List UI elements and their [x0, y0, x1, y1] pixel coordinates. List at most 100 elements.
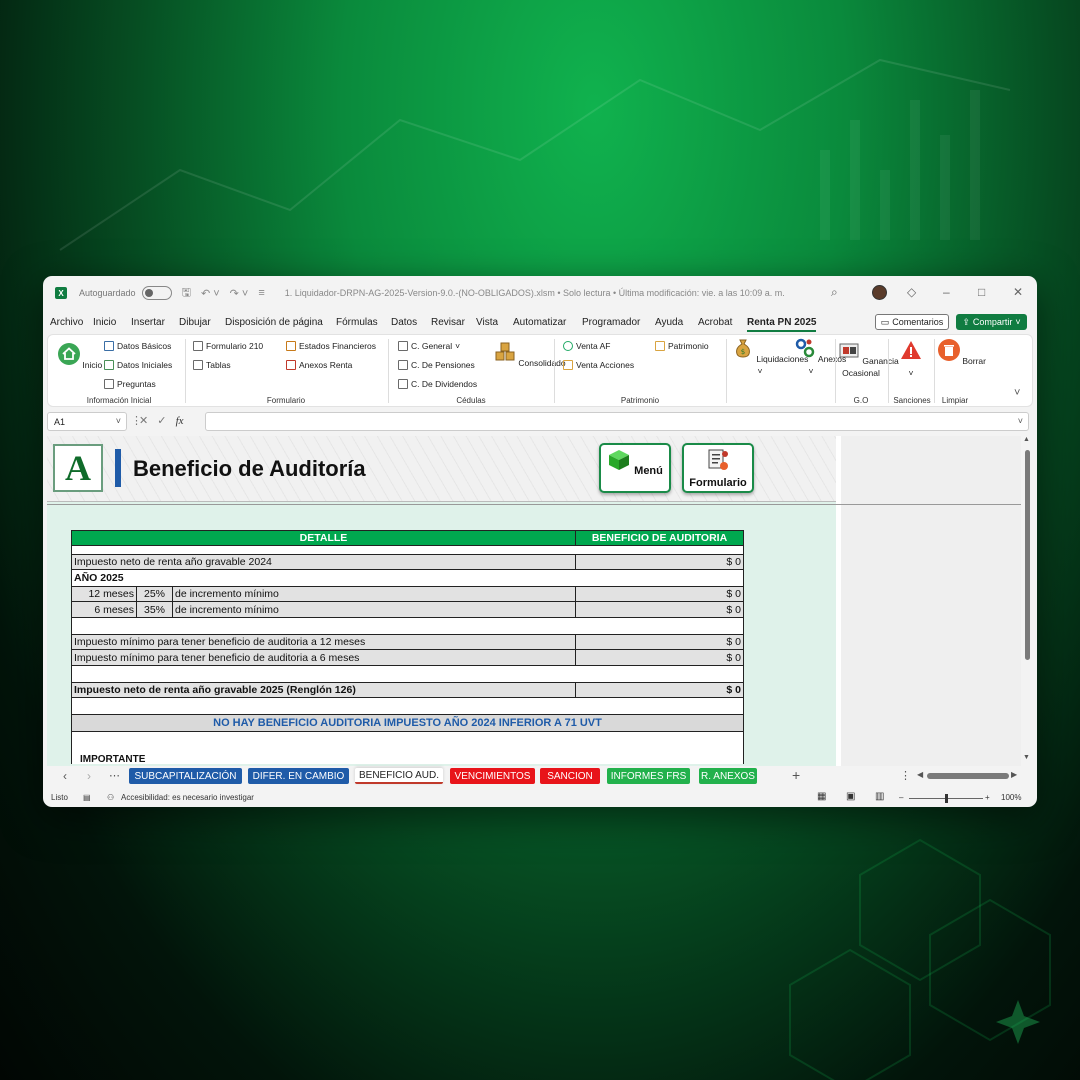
row-description: de incremento mínimo [172, 587, 575, 601]
scroll-left-icon[interactable]: ◀ [917, 770, 923, 779]
chevron-down-icon[interactable]: ˅ [1018, 416, 1023, 426]
table-row[interactable]: Impuesto mínimo para tener beneficio de … [71, 634, 744, 650]
save-icon[interactable]: 🖫 [182, 284, 191, 303]
sheet-tab[interactable]: SUBCAPITALIZACIÓN [129, 768, 242, 784]
scroll-down-icon[interactable]: ▼ [1023, 754, 1030, 761]
fx-icon[interactable]: fx [176, 415, 184, 427]
page-layout-icon[interactable]: ▣ [846, 791, 855, 802]
form-icon [193, 341, 203, 351]
sheet-tab[interactable]: BENEFICIO AUD. [355, 768, 443, 784]
name-box[interactable]: A1 ˅ [47, 412, 127, 431]
check-icon[interactable]: ✓ [157, 415, 166, 427]
menu-disposicion[interactable]: Disposición de página [225, 317, 323, 328]
more-icon[interactable]: ⋮ [900, 769, 911, 782]
formula-input[interactable]: ˅ [205, 412, 1029, 431]
more-tabs-icon[interactable]: ⋯ [109, 769, 120, 782]
zoom-level[interactable]: 100% [1001, 793, 1021, 802]
horizontal-scroll-thumb[interactable] [927, 773, 1009, 779]
menu-archivo[interactable]: Archivo [50, 317, 83, 328]
menu-datos[interactable]: Datos [391, 317, 417, 328]
sanciones-button[interactable]: ˅ [896, 339, 926, 379]
preguntas-button[interactable]: Preguntas [104, 379, 156, 389]
sheet-tab[interactable]: R. ANEXOS [699, 768, 757, 784]
customize-icon[interactable]: ≡ [258, 287, 264, 299]
sheet-tab[interactable]: DIFER. EN CAMBIO [248, 768, 349, 784]
cancel-icon[interactable]: ✕ [139, 415, 148, 427]
borrar-button[interactable]: Borrar [938, 339, 986, 367]
sheet-tab[interactable]: VENCIMIENTOS [450, 768, 535, 784]
consolidado-button[interactable]: Consolidado [494, 341, 566, 369]
zoom-slider-handle[interactable] [945, 794, 948, 803]
c-pensiones-button[interactable]: C. De Pensiones [398, 360, 475, 370]
tablas-label: Tablas [206, 360, 231, 370]
menu-renta-pn[interactable]: Renta PN 2025 [747, 317, 817, 332]
close-icon[interactable]: ✕ [1013, 285, 1023, 299]
zoom-out-icon[interactable]: – [899, 793, 903, 802]
accessibility-icon[interactable]: ⚇ [107, 793, 114, 802]
table-row[interactable]: Impuesto neto de renta año gravable 2024… [71, 554, 744, 570]
menu-automatizar[interactable]: Automatizar [513, 317, 566, 328]
share-button[interactable]: ⇪ Compartir ˅ [956, 314, 1027, 330]
anexos-button[interactable]: Anexos ˅ [794, 337, 846, 377]
undo-icon[interactable]: ↶ ˅ [201, 287, 220, 300]
add-sheet-icon[interactable]: + [792, 767, 800, 783]
tab-next-icon[interactable]: › [87, 769, 91, 783]
maximize-icon[interactable]: □ [978, 285, 985, 299]
table-row[interactable]: 12 meses 25% de incremento mínimo $ 0 [71, 586, 744, 602]
tab-prev-icon[interactable]: ‹ [63, 769, 67, 783]
formulario-button[interactable]: Formulario [682, 443, 754, 493]
scroll-right-icon[interactable]: ▶ [1011, 770, 1017, 779]
ganancia-ocasional-button[interactable]: Ganancia Ocasional [838, 339, 899, 379]
menu-button[interactable]: Menú [599, 443, 671, 493]
zoom-in-icon[interactable]: + [985, 793, 990, 802]
liquidaciones-button[interactable]: $ Liquidaciones ˅ [732, 337, 808, 377]
group-separator [726, 339, 727, 403]
sheet-tab[interactable]: INFORMES FRS [607, 768, 690, 784]
scroll-thumb[interactable] [1025, 450, 1030, 660]
estados-financieros-button[interactable]: Estados Financieros [286, 341, 376, 351]
menu-vista[interactable]: Vista [476, 317, 498, 328]
c-general-button[interactable]: C. General ˅ [398, 341, 460, 351]
collapse-ribbon-icon[interactable]: ˅ [1014, 387, 1020, 399]
autosave-toggle[interactable] [141, 286, 172, 300]
venta-acciones-button[interactable]: Venta Acciones [563, 360, 634, 370]
datos-basicos-button[interactable]: Datos Básicos [104, 341, 171, 351]
inicio-button[interactable]: Inicio [58, 343, 102, 371]
normal-view-icon[interactable]: ▦ [817, 791, 826, 802]
macro-icon[interactable]: ▤ [83, 793, 91, 802]
menu-programador[interactable]: Programador [582, 317, 640, 328]
c-dividendos-button[interactable]: C. De Dividendos [398, 379, 477, 389]
menu-insertar[interactable]: Insertar [131, 317, 165, 328]
scroll-up-icon[interactable]: ▲ [1023, 436, 1030, 443]
comments-button[interactable]: ▭ Comentarios [875, 314, 949, 330]
chart-icon [286, 341, 296, 351]
table-row-total[interactable]: Impuesto neto de renta año gravable 2025… [71, 682, 744, 698]
avatar[interactable] [872, 285, 887, 300]
diamond-icon[interactable]: ◇ [907, 285, 916, 299]
datos-iniciales-button[interactable]: Datos Iniciales [104, 360, 172, 370]
warning-icon [901, 341, 921, 359]
page-break-icon[interactable]: ▥ [875, 791, 884, 802]
table-row[interactable]: Impuesto mínimo para tener beneficio de … [71, 650, 744, 666]
c-dividendos-label: C. De Dividendos [411, 379, 478, 389]
menu-formulas[interactable]: Fórmulas [336, 317, 378, 328]
menu-dibujar[interactable]: Dibujar [179, 317, 211, 328]
sheet-tab[interactable]: SANCION [540, 768, 600, 784]
menu-inicio[interactable]: Inicio [93, 317, 116, 328]
document-title[interactable]: 1. Liquidador-DRPN-AG-2025-Version-9.0.-… [285, 288, 785, 298]
checklist-icon [286, 360, 296, 370]
vertical-scrollbar[interactable]: ▲ ▼ [1021, 436, 1033, 766]
anexos-renta-button[interactable]: Anexos Renta [286, 360, 352, 370]
menu-ayuda[interactable]: Ayuda [655, 317, 683, 328]
menu-revisar[interactable]: Revisar [431, 317, 465, 328]
menu-acrobat[interactable]: Acrobat [698, 317, 732, 328]
tablas-button[interactable]: Tablas [193, 360, 231, 370]
formulario-210-button[interactable]: Formulario 210 [193, 341, 263, 351]
search-icon[interactable]: ⌕ [831, 285, 838, 300]
venta-af-button[interactable]: Venta AF [563, 341, 611, 351]
table-row[interactable]: 6 meses 35% de incremento mínimo $ 0 [71, 602, 744, 618]
accessibility-status[interactable]: Accesibilidad: es necesario investigar [121, 793, 254, 802]
patrimonio-button[interactable]: Patrimonio [655, 341, 709, 351]
minimize-icon[interactable]: – [943, 285, 950, 299]
redo-icon[interactable]: ↷ ˅ [230, 287, 249, 300]
